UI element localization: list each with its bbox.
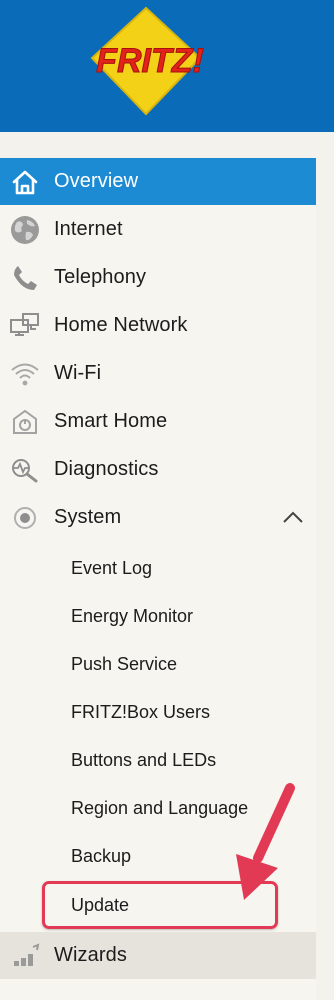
nav-item-diagnostics[interactable]: Diagnostics — [0, 446, 316, 493]
smart-home-icon — [8, 405, 41, 438]
subnav-label-event-log: Event Log — [71, 558, 153, 578]
subnav-label-push-service: Push Service — [71, 654, 178, 674]
chevron-up-icon[interactable] — [282, 509, 304, 525]
subnav-item-energy-monitor[interactable]: Energy Monitor — [0, 593, 316, 640]
nav-label-overview: Overview — [54, 170, 139, 192]
nav-item-telephony[interactable]: Telephony — [0, 254, 316, 301]
nav-label-home-network: Home Network — [54, 314, 188, 336]
subnav-label-energy-monitor: Energy Monitor — [71, 606, 194, 626]
header-bar: FRITZ! — [0, 0, 334, 132]
system-icon — [8, 501, 41, 534]
nav-item-system[interactable]: System — [0, 494, 316, 541]
fritz-logo[interactable]: FRITZ! — [78, 6, 228, 118]
svg-text:FRITZ!: FRITZ! — [96, 42, 204, 80]
home-icon — [8, 165, 41, 198]
globe-icon — [8, 213, 41, 246]
wifi-icon — [8, 357, 41, 390]
nav-item-wifi[interactable]: Wi-Fi — [0, 350, 316, 397]
wizards-icon — [8, 939, 41, 972]
nav-label-telephony: Telephony — [54, 266, 147, 288]
subnav-item-fritzbox-users[interactable]: FRITZ!Box Users — [0, 689, 316, 736]
nav-label-wizards: Wizards — [54, 944, 127, 966]
annotation-arrow-icon — [236, 783, 295, 900]
subnav-label-fritzbox-users: FRITZ!Box Users — [71, 702, 211, 722]
nav-item-home-network[interactable]: Home Network — [0, 302, 316, 349]
nav-label-system: System — [54, 506, 122, 528]
subnav-label-backup: Backup — [71, 846, 132, 866]
nav-label-internet: Internet — [54, 218, 123, 240]
nav-label-smart-home: Smart Home — [54, 410, 168, 432]
subnav-item-buttons-and-leds[interactable]: Buttons and LEDs — [0, 737, 316, 784]
network-icon — [8, 309, 41, 342]
nav-item-wizards[interactable]: Wizards — [0, 932, 316, 979]
nav-item-smart-home[interactable]: Smart Home — [0, 398, 316, 445]
nav-label-diagnostics: Diagnostics — [54, 458, 159, 480]
nav-label-wifi: Wi-Fi — [54, 362, 102, 384]
nav-item-overview[interactable]: Overview — [0, 158, 316, 205]
nav-item-internet[interactable]: Internet — [0, 206, 316, 253]
subnav-label-buttons-and-leds: Buttons and LEDs — [71, 750, 217, 770]
diagnostics-icon — [8, 453, 41, 486]
subnav-item-event-log[interactable]: Event Log — [0, 545, 316, 592]
subnav-item-push-service[interactable]: Push Service — [0, 641, 316, 688]
phone-icon — [8, 261, 41, 294]
